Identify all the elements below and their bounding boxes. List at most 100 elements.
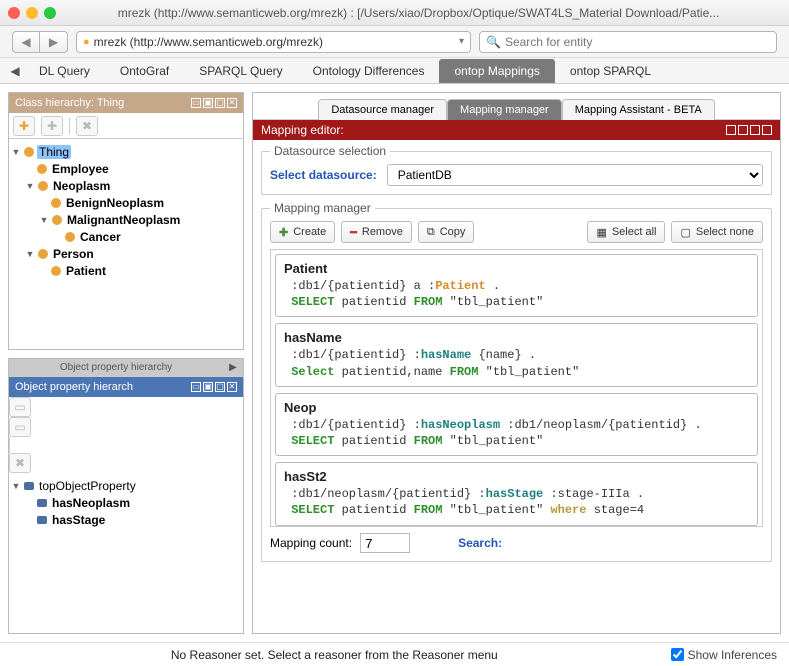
show-inferences-toggle[interactable]: Show Inferences bbox=[671, 648, 777, 662]
delete-property-icon[interactable]: ✖ bbox=[9, 453, 31, 473]
mapping-area: Datasource manager Mapping manager Mappi… bbox=[252, 92, 781, 634]
ontology-iri-text: mrezk (http://www.semanticweb.org/mrezk) bbox=[94, 35, 455, 49]
tab-ontograf[interactable]: OntoGraf bbox=[105, 59, 184, 83]
back-button[interactable]: ◀ bbox=[12, 31, 40, 53]
mapping-sql: SELECT patientid FROM "tbl_patient" bbox=[284, 294, 749, 310]
datasource-legend: Datasource selection bbox=[270, 144, 390, 158]
mapping-card[interactable]: hasName :db1/{patientid} :hasName {name}… bbox=[275, 323, 758, 386]
mapping-title: Patient bbox=[284, 261, 749, 276]
remove-button[interactable]: ━Remove bbox=[341, 221, 412, 243]
show-inferences-label: Show Inferences bbox=[688, 648, 777, 662]
datasource-select[interactable]: PatientDB bbox=[387, 164, 763, 186]
datasource-selection-group: Datasource selection Select datasource: … bbox=[261, 144, 772, 195]
object-property-title: Object property hierarch bbox=[15, 381, 133, 393]
mapping-title: Neop bbox=[284, 400, 749, 415]
objprop-toolbar: ▭ ▭ ✖ bbox=[9, 397, 243, 473]
panel-controls[interactable]: ▭▣▢✕ bbox=[191, 98, 237, 108]
mapping-list[interactable]: Patient :db1/{patientid} a :Patient . SE… bbox=[270, 249, 763, 527]
select-none-button[interactable]: ▢Select none bbox=[671, 221, 763, 243]
tabs-scroll-left[interactable]: ◀ bbox=[6, 64, 24, 78]
mapping-title: hasName bbox=[284, 330, 749, 345]
tab-mapping-assistant[interactable]: Mapping Assistant - BETA bbox=[562, 99, 715, 120]
close-icon[interactable] bbox=[8, 7, 20, 19]
tab-sparql-query[interactable]: SPARQL Query bbox=[184, 59, 297, 83]
window-titlebar: mrezk (http://www.semanticweb.org/mrezk)… bbox=[0, 0, 789, 26]
class-hierarchy-title: Class hierarchy: Thing bbox=[15, 97, 124, 109]
class-hierarchy-header: Class hierarchy: Thing ▭▣▢✕ bbox=[9, 93, 243, 113]
tab-ontop-mappings[interactable]: ontop Mappings bbox=[439, 59, 554, 83]
add-sibling-icon[interactable]: ✚ bbox=[41, 116, 63, 136]
mapping-card[interactable]: hasSt2 :db1/neoplasm/{patientid} :hasSta… bbox=[275, 462, 758, 525]
forward-button[interactable]: ▶ bbox=[40, 31, 68, 53]
panel-controls[interactable]: ▭▣▢✕ bbox=[191, 382, 237, 392]
class-tree[interactable]: ▼Thing Employee ▼Neoplasm BenignNeoplasm… bbox=[9, 139, 243, 349]
prop-has-neoplasm[interactable]: hasNeoplasm bbox=[50, 496, 132, 510]
prop-has-stage[interactable]: hasStage bbox=[50, 513, 107, 527]
class-toolbar: ✚ ✚ ✖ bbox=[9, 113, 243, 139]
mapping-target: :db1/{patientid} a :Patient . bbox=[284, 278, 749, 294]
class-thing[interactable]: Thing bbox=[37, 145, 71, 159]
mapping-target: :db1/{patientid} :hasNeoplasm :db1/neopl… bbox=[284, 417, 749, 433]
main-tabs: ◀ DL Query OntoGraf SPARQL Query Ontolog… bbox=[0, 58, 789, 84]
mapping-title: hasSt2 bbox=[284, 469, 749, 484]
tab-mapping-manager[interactable]: Mapping manager bbox=[447, 99, 562, 120]
chevron-down-icon[interactable]: ▾ bbox=[459, 36, 464, 47]
mapping-sql: Select patientid,name FROM "tbl_patient" bbox=[284, 364, 749, 380]
reasoner-status: No Reasoner set. Select a reasoner from … bbox=[12, 648, 657, 662]
mapping-sub-tabs: Datasource manager Mapping manager Mappi… bbox=[253, 93, 780, 120]
tab-overflow-icon[interactable]: ▶ bbox=[223, 359, 243, 376]
copy-icon: ⧉ bbox=[427, 226, 435, 239]
mapping-sql: SELECT patientid FROM "tbl_patient" bbox=[284, 433, 749, 449]
window-title: mrezk (http://www.semanticweb.org/mrezk)… bbox=[56, 6, 781, 20]
add-sibling-property-icon[interactable]: ▭ bbox=[9, 417, 31, 437]
traffic-lights[interactable] bbox=[8, 7, 56, 19]
mapping-editor-header: Mapping editor: bbox=[253, 120, 780, 140]
zoom-icon[interactable] bbox=[44, 7, 56, 19]
toolbar: ◀ ▶ ● mrezk (http://www.semanticweb.org/… bbox=[0, 26, 789, 58]
add-property-icon[interactable]: ▭ bbox=[9, 397, 31, 417]
status-bar: No Reasoner set. Select a reasoner from … bbox=[0, 642, 789, 666]
add-subclass-icon[interactable]: ✚ bbox=[13, 116, 35, 136]
mapping-manager-group: Mapping manager ✚Create ━Remove ⧉Copy ▦S… bbox=[261, 201, 772, 562]
datasource-label: Select datasource: bbox=[270, 168, 377, 182]
mapping-target: :db1/{patientid} :hasName {name} . bbox=[284, 347, 749, 363]
select-all-icon: ▦ bbox=[596, 226, 606, 239]
select-all-button[interactable]: ▦Select all bbox=[587, 221, 665, 243]
entity-search-input[interactable] bbox=[505, 35, 770, 49]
select-none-icon: ▢ bbox=[680, 226, 690, 239]
class-neoplasm[interactable]: Neoplasm bbox=[51, 179, 112, 193]
class-patient[interactable]: Patient bbox=[64, 264, 108, 278]
class-malignant-neoplasm[interactable]: MalignantNeoplasm bbox=[65, 213, 182, 227]
mapping-count-field[interactable] bbox=[360, 533, 410, 553]
prop-top[interactable]: topObjectProperty bbox=[37, 479, 138, 493]
create-button[interactable]: ✚Create bbox=[270, 221, 335, 243]
copy-button[interactable]: ⧉Copy bbox=[418, 221, 475, 243]
mapping-count-label: Mapping count: bbox=[270, 536, 352, 550]
ontology-iri-field[interactable]: ● mrezk (http://www.semanticweb.org/mrez… bbox=[76, 31, 471, 53]
class-person[interactable]: Person bbox=[51, 247, 96, 261]
tab-dl-query[interactable]: DL Query bbox=[24, 59, 105, 83]
class-benign-neoplasm[interactable]: BenignNeoplasm bbox=[64, 196, 166, 210]
delete-class-icon[interactable]: ✖ bbox=[76, 116, 98, 136]
mapping-manager-legend: Mapping manager bbox=[270, 201, 375, 215]
search-icon: 🔍 bbox=[486, 35, 501, 49]
mapping-card[interactable]: Neop :db1/{patientid} :hasNeoplasm :db1/… bbox=[275, 393, 758, 456]
minus-icon: ━ bbox=[350, 226, 357, 239]
class-employee[interactable]: Employee bbox=[50, 162, 111, 176]
mapping-search-label: Search: bbox=[458, 536, 502, 550]
class-cancer[interactable]: Cancer bbox=[78, 230, 123, 244]
tab-ontop-sparql[interactable]: ontop SPARQL bbox=[555, 59, 666, 83]
mapping-editor-title: Mapping editor: bbox=[261, 123, 344, 137]
entity-search[interactable]: 🔍 bbox=[479, 31, 777, 53]
mapping-sql: SELECT patientid FROM "tbl_patient" wher… bbox=[284, 502, 749, 518]
tab-ontology-differences[interactable]: Ontology Differences bbox=[298, 59, 440, 83]
object-property-tree[interactable]: ▼topObjectProperty hasNeoplasm hasStage bbox=[9, 473, 243, 633]
tab-datasource-manager[interactable]: Datasource manager bbox=[318, 99, 447, 120]
object-property-panel: Object property hierarchy ▶ Object prope… bbox=[8, 358, 244, 634]
minimize-icon[interactable] bbox=[26, 7, 38, 19]
mapping-target: :db1/neoplasm/{patientid} :hasStage :sta… bbox=[284, 486, 749, 502]
show-inferences-checkbox[interactable] bbox=[671, 648, 684, 661]
object-property-tab[interactable]: Object property hierarchy bbox=[9, 359, 223, 376]
mapping-card[interactable]: Patient :db1/{patientid} a :Patient . SE… bbox=[275, 254, 758, 317]
globe-icon: ● bbox=[83, 36, 90, 48]
